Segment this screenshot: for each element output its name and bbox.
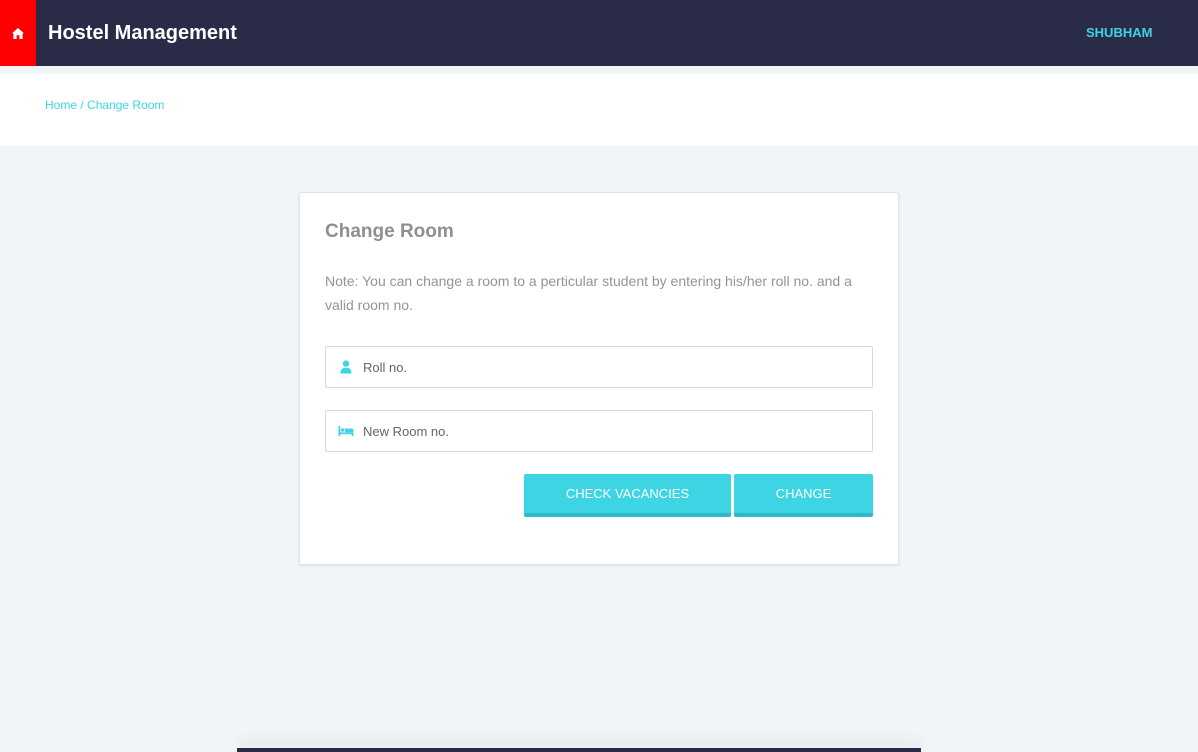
roll-number-input[interactable] <box>361 347 866 387</box>
app-title[interactable]: Hostel Management <box>48 20 237 46</box>
card-note: Note: You can change a room to a perticu… <box>325 273 852 313</box>
roll-number-field[interactable] <box>325 346 873 388</box>
room-number-field[interactable] <box>325 410 873 452</box>
home-icon <box>12 27 24 39</box>
home-button[interactable] <box>0 0 36 66</box>
change-room-card: Change Room Note: You can change a room … <box>299 192 899 565</box>
room-number-input[interactable] <box>361 411 866 451</box>
bottom-panel-edge <box>237 748 921 752</box>
breadcrumb-home-link[interactable]: Home <box>45 98 77 112</box>
change-button[interactable]: CHANGE <box>734 474 873 517</box>
bed-icon <box>338 426 354 436</box>
breadcrumb-bar: Home / Change Room <box>0 74 1198 146</box>
check-vacancies-button[interactable]: CHECK VACANCIES <box>524 474 731 517</box>
breadcrumb-current[interactable]: Change Room <box>87 98 164 112</box>
breadcrumb-separator: / <box>80 98 84 112</box>
breadcrumb: Home / Change Room <box>45 97 164 113</box>
top-navbar: Hostel Management SHUBHAM <box>0 0 1198 66</box>
card-title: Change Room <box>325 221 454 242</box>
user-menu[interactable]: SHUBHAM <box>1086 25 1152 41</box>
user-icon <box>340 360 352 374</box>
